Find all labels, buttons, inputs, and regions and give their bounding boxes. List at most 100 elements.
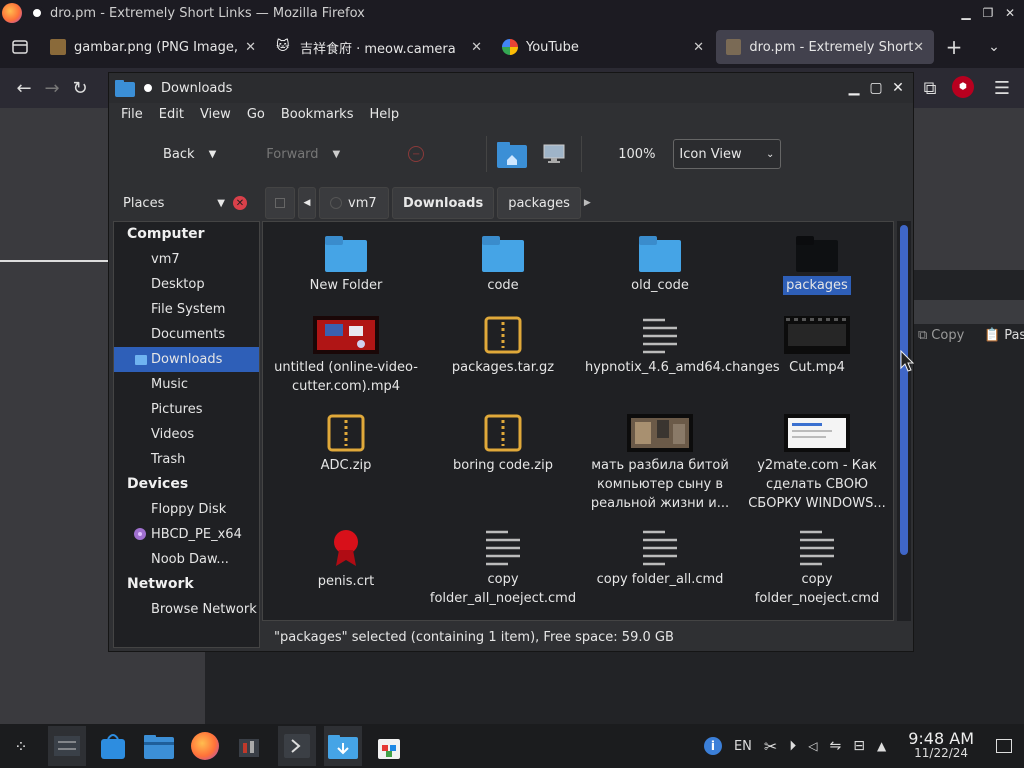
maximize-button[interactable]: ❐ (978, 4, 998, 22)
close-tab-icon[interactable]: ✕ (913, 40, 924, 55)
menu-icon[interactable]: ☰ (988, 74, 1016, 102)
home-folder-icon[interactable] (497, 140, 528, 168)
sidebar-item-browse-network[interactable]: Browse Network (114, 597, 259, 622)
back-icon[interactable]: ← (10, 74, 38, 102)
audio-mixer-icon[interactable] (232, 726, 270, 766)
forward-icon[interactable]: → (38, 74, 66, 102)
store-bag-icon[interactable] (370, 726, 408, 766)
close-sidebar-icon[interactable]: ✕ (233, 196, 247, 210)
keyboard-layout-indicator[interactable]: EN (734, 739, 752, 754)
copy-button[interactable]: ⧉ Copy (918, 328, 964, 343)
sidebar-item-noob-daw[interactable]: Noob Daw... (114, 547, 259, 572)
breadcrumb-downloads[interactable]: Downloads (392, 187, 495, 219)
app-menu-icon[interactable]: ⁘ (2, 726, 40, 766)
chevron-down-icon[interactable]: ▼ (217, 198, 225, 209)
downloads-folder-taskbar-icon[interactable] (324, 726, 362, 766)
sidebar-item-file-system[interactable]: File System (114, 297, 259, 322)
media-play-icon[interactable]: ⏵ (789, 738, 796, 754)
back-button[interactable]: Back ▼ (163, 147, 216, 162)
settings-mixer-icon[interactable] (48, 726, 86, 766)
scrollbar-thumb[interactable] (900, 225, 908, 555)
menu-go[interactable]: Go (239, 107, 273, 122)
close-button[interactable]: ✕ (1000, 4, 1020, 22)
fm-close-button[interactable]: ✕ (889, 79, 907, 97)
breadcrumb-packages[interactable]: packages (497, 187, 581, 219)
menu-file[interactable]: File (113, 107, 151, 122)
chevron-down-icon[interactable]: ▼ (209, 149, 217, 160)
tab-meow-camera[interactable]: 🐱 吉祥食府 · meow.camera ✕ (266, 30, 492, 64)
places-selector[interactable]: Places ▼ ✕ (109, 196, 257, 211)
show-desktop-icon[interactable] (996, 739, 1012, 753)
firefox-taskbar-icon[interactable] (186, 726, 224, 766)
tab-youtube[interactable]: YouTube ✕ (492, 30, 714, 64)
close-tab-icon[interactable]: ✕ (245, 40, 256, 55)
sidebar-item-hbcd[interactable]: HBCD_PE_x64 (114, 522, 259, 547)
tab-gambar[interactable]: gambar.png (PNG Image, ✕ (40, 30, 266, 64)
chevron-up-icon[interactable]: ▲ (877, 739, 886, 753)
tab-overview-icon[interactable] (0, 40, 40, 54)
close-tab-icon[interactable]: ✕ (693, 40, 704, 55)
ublock-icon[interactable]: ⬢ (952, 76, 974, 98)
fm-minimize-button[interactable]: ▁ (845, 79, 863, 97)
fm-maximize-button[interactable]: ▢ (867, 79, 885, 97)
sidebar-item-videos[interactable]: Videos (114, 422, 259, 447)
file-item-copy-folder-all[interactable]: copy folder_all.cmd (585, 528, 735, 589)
file-item-code[interactable]: code (428, 234, 578, 295)
file-item-old-code[interactable]: old_code (585, 234, 735, 295)
paste-button[interactable]: 📋 Pas (984, 328, 1024, 343)
network-icon[interactable]: ⊟ (853, 738, 865, 754)
menu-help[interactable]: Help (361, 107, 407, 122)
breadcrumb-vm7[interactable]: vm7 (319, 187, 389, 219)
reload-icon[interactable]: ↻ (66, 74, 94, 102)
sidebar-item-documents[interactable]: Documents (114, 322, 259, 347)
usb-icon[interactable]: ⇋ (830, 738, 842, 754)
file-item-cut-mp4[interactable]: Cut.mp4 (742, 316, 892, 377)
file-item-russian-video[interactable]: мать разбила битой компьютер сыну в реал… (585, 414, 735, 513)
software-store-icon[interactable] (94, 726, 132, 766)
chevron-down-icon[interactable]: ▼ (333, 149, 341, 160)
clock[interactable]: 9:48 AM 11/22/24 (908, 731, 974, 761)
file-item-copy-folder-noeject[interactable]: copy folder_noeject.cmd (742, 528, 892, 608)
icon-view-scrollbar[interactable] (897, 221, 911, 621)
sidebar-item-desktop[interactable]: Desktop (114, 272, 259, 297)
list-tabs-icon[interactable]: ⌄ (974, 39, 1014, 55)
sidebar-item-vm7[interactable]: vm7 (114, 247, 259, 272)
sidebar-item-pictures[interactable]: Pictures (114, 397, 259, 422)
sidebar-item-floppy[interactable]: Floppy Disk (114, 497, 259, 522)
icon-view[interactable]: New Folder code old_code packages untitl… (262, 221, 894, 621)
sidebar-item-trash[interactable]: Trash (114, 447, 259, 472)
stop-icon[interactable]: − (408, 146, 425, 162)
tab-dro-pm[interactable]: dro.pm - Extremely Short L ✕ (716, 30, 934, 64)
menu-view[interactable]: View (192, 107, 239, 122)
scissors-icon[interactable]: ✂ (764, 737, 777, 756)
files-icon[interactable] (140, 726, 178, 766)
sidebar-item-music[interactable]: Music (114, 372, 259, 397)
scroll-left-button[interactable]: ◀ (298, 187, 316, 219)
file-item-boring-code-zip[interactable]: boring code.zip (428, 414, 578, 475)
info-icon[interactable]: i (703, 737, 722, 755)
extensions-icon[interactable]: ⧉ (916, 74, 944, 102)
minimize-button[interactable]: ▁ (956, 4, 976, 22)
file-item-adc-zip[interactable]: ADC.zip (271, 414, 421, 475)
file-item-packages-tar-gz[interactable]: packages.tar.gz (428, 316, 578, 377)
chevron-right-icon[interactable]: ▶ (584, 198, 591, 208)
terminal-icon[interactable] (278, 726, 316, 766)
new-tab-button[interactable]: + (934, 35, 974, 59)
file-item-new-folder[interactable]: New Folder (271, 234, 421, 295)
file-item-hypnotix-changes[interactable]: hypnotix_4.6_amd64.changes (585, 316, 780, 377)
file-item-y2mate-video[interactable]: y2mate.com - Как сделать СВОЮ СБОРКУ WIN… (742, 414, 892, 513)
view-mode-select[interactable]: Icon View ⌄ (673, 139, 782, 169)
volume-icon[interactable]: ◁ (808, 739, 817, 753)
toggle-path-button[interactable] (265, 187, 295, 219)
menu-bookmarks[interactable]: Bookmarks (273, 107, 362, 122)
close-tab-icon[interactable]: ✕ (471, 40, 482, 55)
file-item-packages[interactable]: packages (742, 234, 892, 295)
file-item-copy-folder-all-noeject[interactable]: copy folder_all_noeject.cmd (428, 528, 578, 608)
pin-icon[interactable] (141, 81, 155, 95)
forward-button[interactable]: Forward ▼ (266, 147, 340, 162)
file-item-penis-crt[interactable]: penis.crt (271, 528, 421, 591)
menu-edit[interactable]: Edit (151, 107, 192, 122)
file-item-untitled-mp4[interactable]: untitled (online-video-cutter.com).mp4 (271, 316, 421, 396)
computer-icon[interactable] (543, 144, 565, 164)
sidebar-item-downloads[interactable]: Downloads (114, 347, 259, 372)
